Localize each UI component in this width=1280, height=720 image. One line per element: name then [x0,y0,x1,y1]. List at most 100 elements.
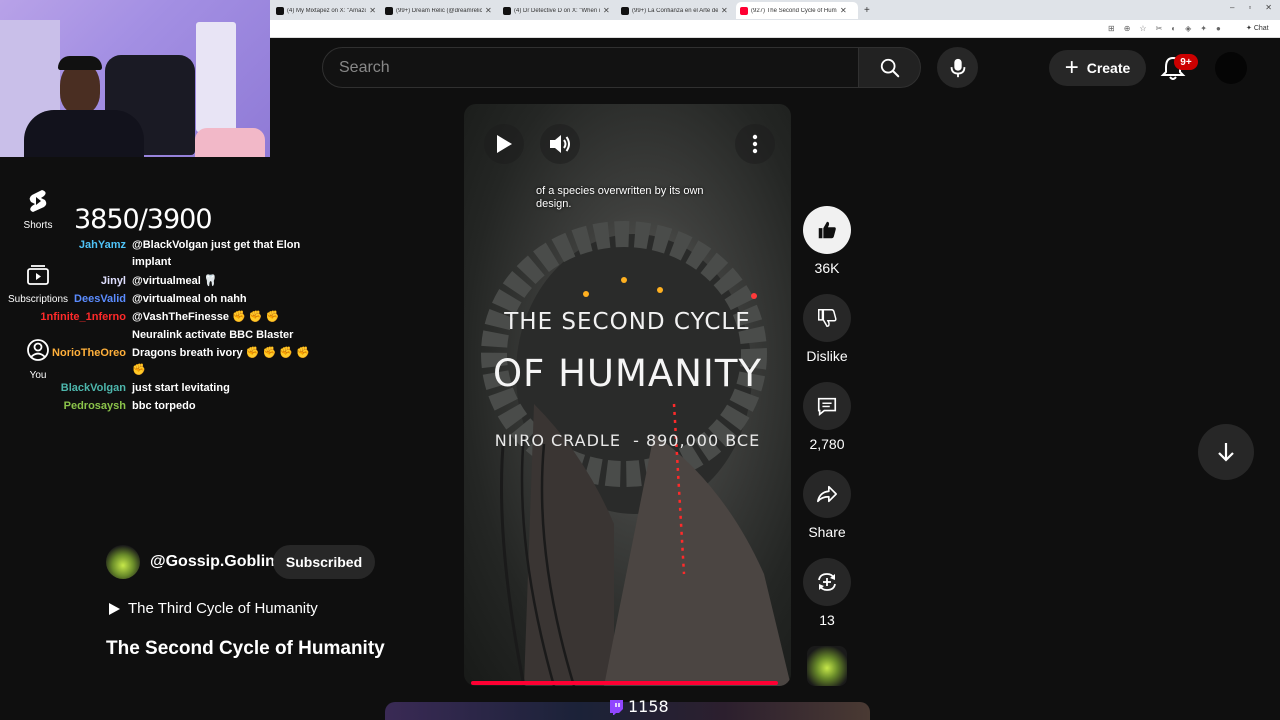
video-progress-bar[interactable] [471,681,778,685]
chat-message: Pedrosaysh bbc torpedo [0,398,320,415]
sidebar-item-shorts[interactable]: Shorts [0,188,76,231]
video-overlay-title-line1: THE SECOND CYCLE [504,309,751,335]
chat-username: Pedrosaysh [63,400,126,412]
chat-message: Neuralink activate BBC Blaster [0,327,320,344]
chat-message: NorioTheOreo Dragons breath ivory ✊ ✊ ✊ ✊… [0,345,320,379]
zoom-icon[interactable]: ⊕ [1124,24,1131,33]
new-tab-button[interactable]: + [860,2,874,19]
notification-badge: 9+ [1174,54,1198,70]
close-window-button[interactable]: ✕ [1265,3,1272,12]
play-icon [497,135,512,153]
close-tab-icon[interactable]: ✕ [369,6,376,15]
channel-avatar[interactable] [106,545,140,579]
x-favicon-icon [621,6,629,15]
search-icon [880,58,899,77]
remix-count: 13 [819,612,835,628]
next-video-button[interactable] [1198,424,1254,480]
search-button[interactable] [858,47,921,88]
share-icon [817,485,837,503]
search-input[interactable]: Search [322,47,859,88]
play-button[interactable] [484,124,524,164]
video-overlay-subtitle: NIIRO CRADLE - 890,000 BCE [494,431,761,450]
browser-extension-icons: ⊞ ⊕ ☆ ✂ ◐ ◈ ✦ ● [1108,24,1221,33]
viewer-count-overlay: 1158 [608,697,669,716]
chat-text: bbc torpedo [132,400,196,412]
like-button[interactable] [803,206,851,254]
goal-counter: 3850/3900 [74,204,213,235]
chat-username: 1nfinite_1nferno [40,311,126,323]
window-controls: – ▫ ✕ [1230,3,1272,12]
playlist-link[interactable]: The Third Cycle of Humanity [108,600,318,617]
close-tab-icon[interactable]: ✕ [721,6,728,15]
minimize-button[interactable]: – [1230,3,1234,12]
create-button[interactable]: + Create [1049,50,1146,86]
chat-message: DeesValid @virtualmeal oh nahh [0,291,320,308]
chat-message: BlackVolgan just start levitating [0,380,320,397]
sound-thumbnail[interactable] [807,646,847,686]
chat-text: @VashTheFinesse ✊ ✊ ✊ [132,311,280,323]
maximize-button[interactable]: ▫ [1248,3,1251,12]
video-overlay-title-line2: OF HUMANITY [492,352,763,395]
chat-text: @virtualmeal oh nahh [132,293,247,305]
account-avatar[interactable] [1215,52,1247,84]
volume-icon [550,135,570,153]
chat-username [0,327,132,344]
chat-text: Dragons breath ivory ✊ ✊ ✊ ✊ ✊ [132,347,310,376]
webcam-door [196,22,236,132]
profile-icon[interactable]: ● [1216,24,1221,33]
browser-tab[interactable]: (4) My Mixtapez on X: "Amazon w✕ [272,2,380,19]
x-favicon-icon [385,6,393,15]
subscribed-button[interactable]: Subscribed [273,545,375,579]
youtube-favicon-icon [740,6,748,15]
chat-message: JahYamz @BlackVolgan just get that Elon i… [0,237,320,271]
more-options-button[interactable] [735,124,775,164]
shorts-video-player[interactable]: of a species overwritten by its own desi… [464,104,791,686]
browser-tab-active[interactable]: (927) The Second Cycle of Humani ✕ [736,2,858,19]
thumbs-down-icon [818,309,837,327]
extension-icon[interactable]: ◈ [1185,24,1191,33]
plus-icon: + [1064,54,1079,81]
dislike-button[interactable] [803,294,851,342]
remix-button[interactable] [803,558,851,606]
like-count: 36K [814,260,840,276]
chat-username: JahYamz [78,239,126,251]
chat-username: DeesValid [74,293,126,305]
comment-icon [817,397,837,416]
chat-text: @BlackVolgan just get that Elon implant [132,239,301,268]
channel-handle[interactable]: @Gossip.Goblin [150,553,275,571]
microphone-icon [950,58,965,77]
chat-message: 1nfinite_1nferno @VashTheFinesse ✊ ✊ ✊ [0,309,320,326]
x-favicon-icon [276,6,284,15]
bookmark-star-icon[interactable]: ☆ [1139,24,1146,33]
browser-tab[interactable]: (4) Dr Detective D on X: "When it r ✕ [499,2,616,19]
chat-button[interactable]: ✦ Chat [1246,24,1269,32]
video-title: The Second Cycle of Humanity [106,638,385,659]
puzzle-icon[interactable]: ✦ [1200,24,1207,33]
twitch-icon [610,699,623,715]
chat-username: BlackVolgan [60,382,126,394]
x-favicon-icon [503,6,511,15]
webcam-person-hair [58,56,102,70]
chat-text: just start levitating [132,382,230,394]
browser-tab[interactable]: (99+) Dream Relic (@dreamrelicc) | ✕ [381,2,498,19]
comment-count: 2,780 [809,436,845,452]
translate-icon[interactable]: ⊞ [1108,24,1115,33]
share-button[interactable] [803,470,851,518]
extension-icon[interactable]: ◐ [1171,24,1176,33]
play-small-icon [109,602,120,615]
close-tab-icon[interactable]: ✕ [485,6,492,15]
chat-message: Jinyl @virtualmeal 🦷 [0,273,320,290]
streamer-webcam [0,0,270,157]
extension-icon[interactable]: ✂ [1156,24,1163,33]
thumbs-up-icon [818,221,836,239]
chat-username: NorioTheOreo [52,347,126,359]
close-tab-icon[interactable]: ✕ [603,6,610,15]
shorts-icon [29,190,47,212]
close-tab-icon[interactable]: ✕ [840,6,847,15]
voice-search-button[interactable] [937,47,978,88]
comments-button[interactable] [803,382,851,430]
volume-button[interactable] [540,124,580,164]
chat-username: Jinyl [100,275,126,287]
dislike-label: Dislike [806,348,848,364]
browser-tab[interactable]: (99+) La Confianza en el Arte del T ✕ [617,2,735,19]
